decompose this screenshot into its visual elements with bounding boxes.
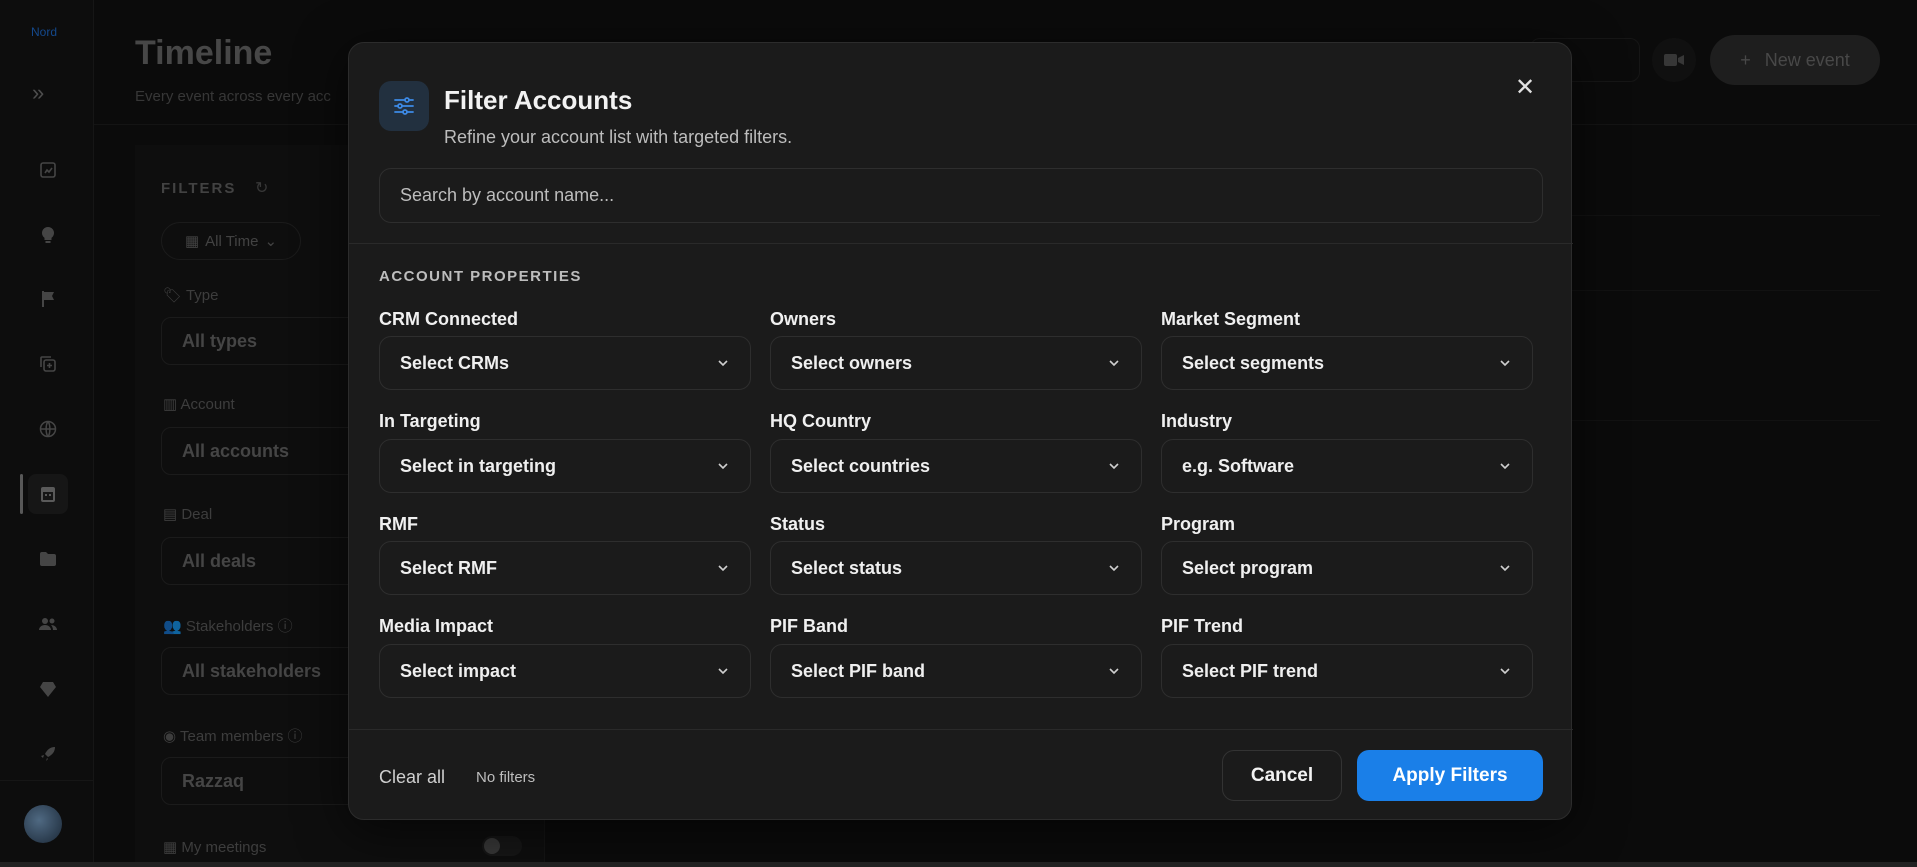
chevron-down-icon [1500,565,1510,572]
media-impact-select[interactable]: Select impact [379,644,751,698]
crm-connected-label: CRM Connected [379,309,518,329]
in-targeting-label: In Targeting [379,411,481,431]
status-label: Status [770,514,826,534]
industry-value: e.g. Software [1182,455,1295,476]
industry-select[interactable]: e.g. Software [1161,439,1533,493]
market-segment-select[interactable]: Select segments [1161,336,1533,390]
program-select[interactable]: Select program [1161,541,1533,595]
media-impact-value: Select impact [400,660,517,681]
sliders-icon [379,81,429,131]
cancel-button[interactable]: Cancel [1222,750,1342,801]
chevron-down-icon [1109,360,1119,367]
chevron-down-icon [1109,565,1119,572]
chevron-down-icon [1109,668,1119,675]
market-segment-value: Select segments [1182,352,1325,373]
program-value: Select program [1182,557,1314,578]
crm-connected-select[interactable]: Select CRMs [379,336,751,390]
in-targeting-select[interactable]: Select in targeting [379,439,751,493]
media-impact-label: Media Impact [379,616,494,636]
rmf-select[interactable]: Select RMF [379,541,751,595]
filter-accounts-modal: Filter Accounts Refine your account list… [348,42,1573,820]
rmf-label: RMF [379,514,418,534]
program-label: Program [1161,514,1236,534]
hq-country-value: Select countries [791,455,931,476]
pif-band-select[interactable]: Select PIF band [770,644,1142,698]
modal-divider [349,243,1573,244]
modal-footer-divider [349,729,1573,730]
bottom-bar [0,862,1917,867]
chevron-down-icon [1109,463,1119,470]
owners-select[interactable]: Select owners [770,336,1142,390]
pif-trend-label: PIF Trend [1161,616,1244,636]
filter-count-text: No filters [476,769,536,786]
chevron-down-icon [718,360,728,367]
modal-title: Filter Accounts [444,85,633,115]
pif-trend-select[interactable]: Select PIF trend [1161,644,1533,698]
chevron-down-icon [718,668,728,675]
account-search-input[interactable] [379,168,1543,223]
chevron-down-icon [1500,360,1510,367]
app-root: Nord » Timeline Every event across every… [0,0,1917,867]
pif-trend-value: Select PIF trend [1182,660,1319,681]
market-segment-label: Market Segment [1161,309,1301,329]
rmf-value: Select RMF [400,557,498,578]
hq-country-label: HQ Country [770,411,871,431]
status-select[interactable]: Select status [770,541,1142,595]
in-targeting-value: Select in targeting [400,455,557,476]
owners-label: Owners [770,309,837,329]
chevron-down-icon [1500,668,1510,675]
section-title: ACCOUNT PROPERTIES [379,268,582,285]
owners-value: Select owners [791,352,913,373]
close-icon[interactable]: ✕ [1509,71,1541,103]
chevron-down-icon [718,463,728,470]
status-value: Select status [791,557,903,578]
pif-band-label: PIF Band [770,616,849,636]
crm-connected-value: Select CRMs [400,352,510,373]
industry-label: Industry [1161,411,1233,431]
hq-country-select[interactable]: Select countries [770,439,1142,493]
chevron-down-icon [718,565,728,572]
chevron-down-icon [1500,463,1510,470]
pif-band-value: Select PIF band [791,660,926,681]
modal-subtitle: Refine your account list with targeted f… [444,127,793,147]
apply-filters-button[interactable]: Apply Filters [1357,750,1543,801]
clear-all-button[interactable]: Clear all [379,767,445,788]
